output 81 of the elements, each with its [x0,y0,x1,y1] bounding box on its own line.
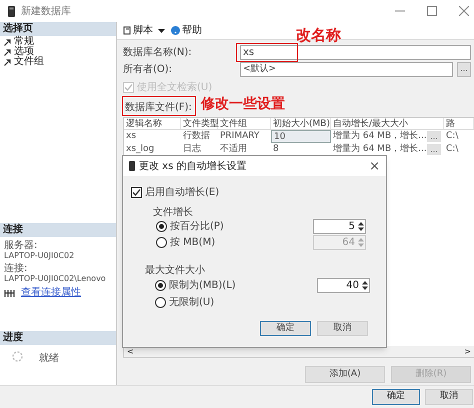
table-cell[interactable]: 8 [271,143,331,156]
dialog-title: 更改 xs 的自动增长设置 [139,160,248,174]
table-cell-text: xs_log [125,143,156,156]
connection-name: LAPTOP-U0JI0C02\Lenovo [4,274,107,284]
wrench-icon [4,58,11,66]
table-cell-text: xs [125,130,138,143]
close-button[interactable]: × [369,160,380,172]
browse-button[interactable]: ... [427,131,441,142]
owner-field[interactable]: <默认> [240,62,453,76]
number-spinner[interactable]: 5 [313,219,366,234]
column-header[interactable]: 路 [444,118,474,129]
table-cell-text: C:\ [445,143,460,156]
radio-button[interactable] [155,297,166,308]
section-header: 选择页 [0,22,116,36]
field-label: 所有者(O): [123,62,174,76]
group-label: 最大文件大小 [145,264,206,276]
checkbox[interactable] [131,187,142,198]
ok-button[interactable]: 确定 [372,389,420,405]
checkbox-label: 启用自动增长(E) [145,186,220,200]
progress-status: 就绪 [39,352,59,366]
radio-label: 按百分比(P) [170,220,225,234]
database-name-field[interactable]: xs [240,44,471,60]
cancel-button[interactable]: 取消 [317,321,368,336]
add-button[interactable]: 添加(A) [305,366,385,383]
connection-label: 连接: [4,264,28,274]
dropdown-caret-icon[interactable] [158,28,165,32]
help-button[interactable]: 帮助 [171,23,202,38]
group-label: 文件增长 [153,206,194,218]
column-header[interactable]: 初始大小(MB) [271,118,331,129]
section-header: 连接 [0,223,116,237]
browse-button[interactable]: ... [427,144,441,155]
scroll-left-arrow[interactable]: < [127,348,134,356]
table-cell-text: 不适用 [219,143,248,156]
radio-button[interactable] [156,221,167,232]
radio-button[interactable] [155,280,166,291]
column-header[interactable]: 文件类型 [181,118,218,129]
browse-button[interactable]: ... [457,62,471,76]
script-icon [123,26,131,35]
cancel-button[interactable]: 取消 [425,389,473,405]
radio-label: 限制为(MB)(L) [169,278,237,293]
table-cell-text: 增量为 64 MB，增长... [332,143,427,156]
field-label: 数据库名称(N): [123,46,193,60]
close-icon[interactable] [459,6,469,16]
table-cell-text: 日志 [182,143,202,156]
section-header: 进度 [0,331,116,345]
table-cell-text: PRIMARY [219,130,260,143]
connection-icon [4,288,15,298]
column-header[interactable]: 逻辑名称 [124,118,181,129]
table-cell-text: 增量为 64 MB，增长... [332,130,427,143]
app-icon [129,161,135,171]
table-cell-text: 行数据 [182,130,211,143]
spinner-arrows-icon[interactable] [361,279,369,292]
wrench-icon [4,48,11,56]
sidebar-item[interactable]: 常规 [4,37,116,47]
section-label: 数据库文件(F): [125,101,192,114]
column-header[interactable]: 文件组 [218,118,271,129]
maximize-icon[interactable] [427,6,437,16]
spinner-icon [12,351,23,362]
sidebar-item[interactable]: 选项 [4,47,116,57]
ok-button[interactable]: 确定 [260,321,311,336]
annotation-text: 修改一些设置 [201,95,285,114]
table-cell[interactable]: 10 [271,130,331,143]
server-label: 服务器: [4,241,38,251]
window-title: 新建数据库 [21,4,72,18]
number-spinner[interactable]: 40 [317,278,370,293]
radio-label: 无限制(U) [169,296,216,310]
wrench-icon [4,38,11,46]
radio-button[interactable] [156,237,167,248]
help-icon [171,26,180,35]
app-icon [8,6,15,16]
server-name: LAPTOP-U0JI0C02 [4,251,76,261]
annotation-box [236,43,298,62]
annotation-text: 改名称 [296,25,341,46]
table-cell-text: C:\ [445,130,460,143]
scroll-right-arrow[interactable]: > [464,348,471,356]
spinner-arrows-icon[interactable] [357,220,365,233]
sidebar-item[interactable]: 文件组 [4,57,116,67]
connection-properties-link[interactable]: 查看连接属性 [21,288,81,298]
script-button[interactable]: 脚本 [123,23,165,38]
radio-label: 按 MB(M) [170,236,216,250]
column-header[interactable]: 自动增长/最大大小 [331,118,444,129]
